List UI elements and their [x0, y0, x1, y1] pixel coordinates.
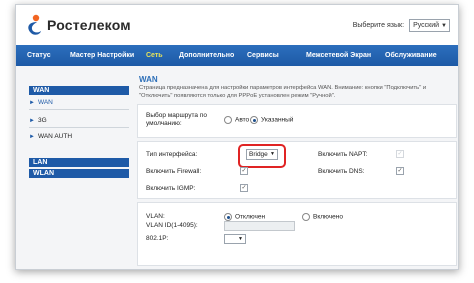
nav-services[interactable]: Сервисы: [247, 52, 279, 59]
highlight-box: [238, 144, 286, 168]
vlan-on-radio[interactable]: [302, 213, 310, 221]
vlan-panel: VLAN: Отключен Включено VLAN ID(1-4095):…: [137, 202, 457, 266]
router-admin-window: Ростелеком Выберите язык: Русский ▼ Стат…: [15, 4, 459, 270]
napt-checkbox[interactable]: ✓: [396, 150, 404, 158]
firewall-checkbox[interactable]: ✓: [240, 167, 248, 175]
dns-checkbox[interactable]: ✓: [396, 167, 404, 175]
divider: [29, 109, 129, 110]
vlan-off-radio[interactable]: [224, 213, 232, 221]
vlan-off-option[interactable]: Отключен: [224, 213, 265, 221]
dns-label: Включить DNS:: [318, 168, 365, 175]
route-specified-option[interactable]: Указанный: [250, 116, 293, 124]
sidebar-item-wlan[interactable]: WLAN: [29, 169, 129, 178]
main-nav: Статус Мастер Настройки Сеть Дополнитель…: [16, 45, 458, 66]
language-label: Выберите язык:: [352, 22, 405, 29]
igmp-checkbox[interactable]: ✓: [240, 184, 248, 192]
vlan-on-option[interactable]: Включено: [302, 213, 343, 221]
firewall-label: Включить Firewall:: [146, 168, 202, 175]
sidebar-subitem-wan[interactable]: ► WAN: [29, 98, 125, 108]
language-select[interactable]: Русский ▼: [409, 19, 450, 32]
brand-name: Ростелеком: [47, 17, 131, 33]
route-auto-radio[interactable]: [224, 116, 232, 124]
divider: [29, 127, 129, 128]
sidebar: WAN ► WAN ► 3G ► WAN AUTH LAN WLAN: [16, 66, 133, 269]
rostelecom-logo-icon: [28, 14, 41, 35]
route-auto-option[interactable]: Авто: [224, 116, 249, 124]
sidebar-subitem-3g[interactable]: ► 3G: [29, 116, 125, 126]
page-description: Страница предназначена для настройки пар…: [139, 85, 427, 99]
language-picker: Выберите язык: Русский ▼: [353, 19, 450, 32]
vlan-id-input[interactable]: [224, 221, 295, 231]
sidebar-item-lan[interactable]: LAN: [29, 158, 129, 167]
page-title: WAN: [139, 75, 158, 84]
chevron-right-icon: ►: [29, 118, 35, 124]
napt-label: Включить NAPT:: [318, 151, 368, 158]
main-content: WAN Страница предназначена для настройки…: [135, 66, 457, 269]
interface-panel: Тип интерфейса: Bridge ▼ Включить NAPT: …: [137, 141, 457, 199]
dot1p-select[interactable]: ▼: [224, 234, 246, 244]
route-specified-radio[interactable]: [250, 116, 258, 124]
route-label: Выбор маршрута по умолчанию:: [146, 112, 207, 127]
header: Ростелеком Выберите язык: Русский ▼: [16, 5, 458, 45]
chevron-down-icon: ▼: [238, 236, 243, 242]
nav-wizard[interactable]: Мастер Настройки: [70, 52, 134, 59]
nav-firewall[interactable]: Межсетевой Экран: [306, 52, 371, 59]
nav-advanced[interactable]: Дополнительно: [179, 52, 234, 59]
nav-maintenance[interactable]: Обслуживание: [385, 52, 437, 59]
nav-status[interactable]: Статус: [27, 52, 51, 59]
brand-logo: Ростелеком: [25, 13, 131, 37]
nav-network[interactable]: Сеть: [146, 52, 163, 59]
route-panel: Выбор маршрута по умолчанию: Авто Указан…: [137, 104, 457, 138]
sidebar-item-wan[interactable]: WAN: [29, 86, 129, 95]
chevron-right-icon: ►: [29, 100, 35, 106]
dot1p-label: 802.1P:: [146, 235, 169, 242]
igmp-label: Включить IGMP:: [146, 185, 196, 192]
chevron-right-icon: ►: [29, 134, 35, 140]
vlan-label: VLAN:: [146, 213, 165, 220]
iface-type-label: Тип интерфейса:: [146, 151, 198, 158]
language-value: Русский: [413, 22, 440, 29]
sidebar-subitem-wan-auth[interactable]: ► WAN AUTH: [29, 132, 125, 142]
vlan-id-label: VLAN ID(1-4095):: [146, 222, 198, 229]
chevron-down-icon: ▼: [441, 22, 447, 29]
